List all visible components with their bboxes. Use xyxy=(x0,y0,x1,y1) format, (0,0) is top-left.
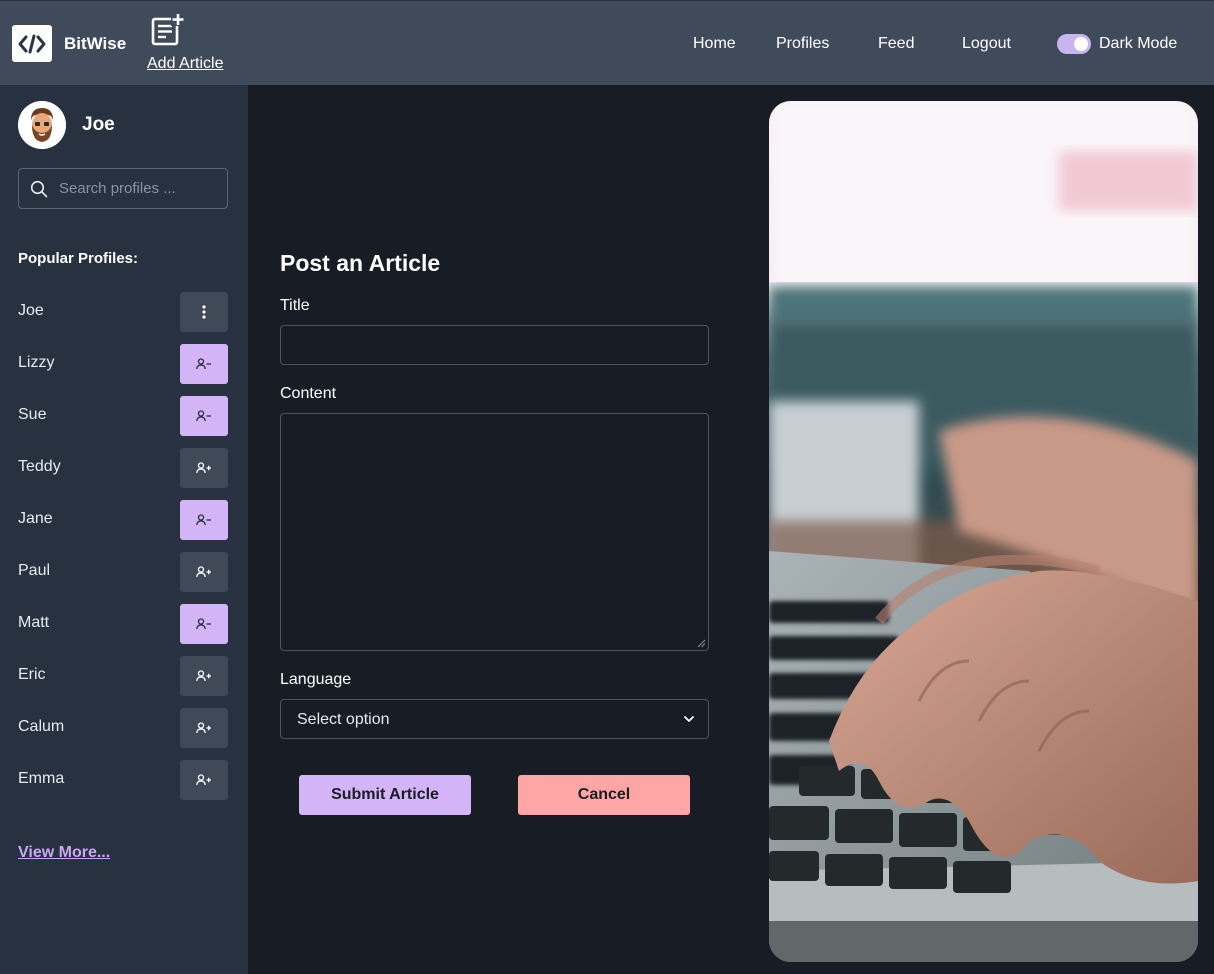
profile-row: Eric xyxy=(18,656,228,696)
dark-mode-toggle[interactable] xyxy=(1057,34,1091,54)
profile-name[interactable]: Lizzy xyxy=(18,354,54,372)
profile-name[interactable]: Matt xyxy=(18,614,49,632)
add-article-label: Add Article xyxy=(147,55,224,72)
chevron-down-icon xyxy=(684,716,694,722)
follow-icon xyxy=(196,670,211,682)
profile-name[interactable]: Teddy xyxy=(18,458,61,476)
page-title: Post an Article xyxy=(280,250,441,276)
profile-row: Joe xyxy=(18,292,228,332)
profile-name[interactable]: Calum xyxy=(18,718,64,736)
nav-profiles[interactable]: Profiles xyxy=(776,35,829,53)
cancel-button[interactable]: Cancel xyxy=(518,775,690,815)
profile-row: Matt xyxy=(18,604,228,644)
unfollow-button[interactable] xyxy=(180,604,228,644)
content-textarea[interactable] xyxy=(280,413,709,651)
search-icon xyxy=(30,180,48,198)
profile-name[interactable]: Emma xyxy=(18,770,64,788)
language-select-value: Select option xyxy=(297,711,390,728)
follow-button[interactable] xyxy=(180,448,228,488)
more-icon xyxy=(202,305,206,319)
code-icon xyxy=(18,34,46,53)
follow-button[interactable] xyxy=(180,760,228,800)
follow-button[interactable] xyxy=(180,552,228,592)
title-label: Title xyxy=(280,297,310,314)
top-navbar: BitWise Add Article Home Profiles Feed L… xyxy=(0,0,1214,85)
nav-logout[interactable]: Logout xyxy=(962,35,1011,53)
follow-icon xyxy=(196,462,211,474)
logo[interactable] xyxy=(12,25,52,62)
follow-button[interactable] xyxy=(180,656,228,696)
view-more-link[interactable]: View More... xyxy=(18,844,110,862)
submit-article-button[interactable]: Submit Article xyxy=(299,775,471,815)
nav-feed[interactable]: Feed xyxy=(878,35,914,53)
title-input[interactable] xyxy=(280,325,709,365)
hero-image xyxy=(769,101,1198,962)
profile-row: Jane xyxy=(18,500,228,540)
language-label: Language xyxy=(280,671,352,688)
sidebar: Joe Popular Profiles: Joe Lizzy Sue Tedd… xyxy=(0,85,248,974)
unfollow-icon xyxy=(196,618,211,630)
unfollow-icon xyxy=(196,514,211,526)
content-label: Content xyxy=(280,385,337,402)
profile-name[interactable]: Paul xyxy=(18,562,50,580)
profile-row: Calum xyxy=(18,708,228,748)
add-document-icon xyxy=(151,13,184,46)
profile-name[interactable]: Jane xyxy=(18,510,53,528)
language-select[interactable]: Select option xyxy=(280,699,709,739)
unfollow-button[interactable] xyxy=(180,500,228,540)
profile-name[interactable]: Sue xyxy=(18,406,46,424)
unfollow-button[interactable] xyxy=(180,396,228,436)
profile-row: Lizzy xyxy=(18,344,228,384)
popular-profiles-heading: Popular Profiles: xyxy=(18,250,139,267)
profile-options-button[interactable] xyxy=(180,292,228,332)
resize-grip-icon[interactable] xyxy=(697,639,706,648)
brand-name: BitWise xyxy=(64,34,127,53)
follow-icon xyxy=(196,774,211,786)
profile-row: Sue xyxy=(18,396,228,436)
unfollow-icon xyxy=(196,410,211,422)
follow-button[interactable] xyxy=(180,708,228,748)
profile-name[interactable]: Eric xyxy=(18,666,46,684)
nav-home[interactable]: Home xyxy=(693,35,736,53)
laptop-typing-image xyxy=(769,101,1198,962)
follow-icon xyxy=(196,566,211,578)
search-box xyxy=(18,168,228,209)
search-input[interactable] xyxy=(59,169,224,208)
avatar-face-icon xyxy=(18,101,66,149)
avatar[interactable] xyxy=(18,101,66,149)
profile-row: Paul xyxy=(18,552,228,592)
current-username: Joe xyxy=(82,114,115,135)
profile-name[interactable]: Joe xyxy=(18,302,44,320)
profile-row: Teddy xyxy=(18,448,228,488)
profile-row: Emma xyxy=(18,760,228,800)
follow-icon xyxy=(196,722,211,734)
add-article-link[interactable]: Add Article xyxy=(147,13,229,75)
unfollow-button[interactable] xyxy=(180,344,228,384)
dark-mode-label: Dark Mode xyxy=(1099,35,1178,52)
unfollow-icon xyxy=(196,358,211,370)
